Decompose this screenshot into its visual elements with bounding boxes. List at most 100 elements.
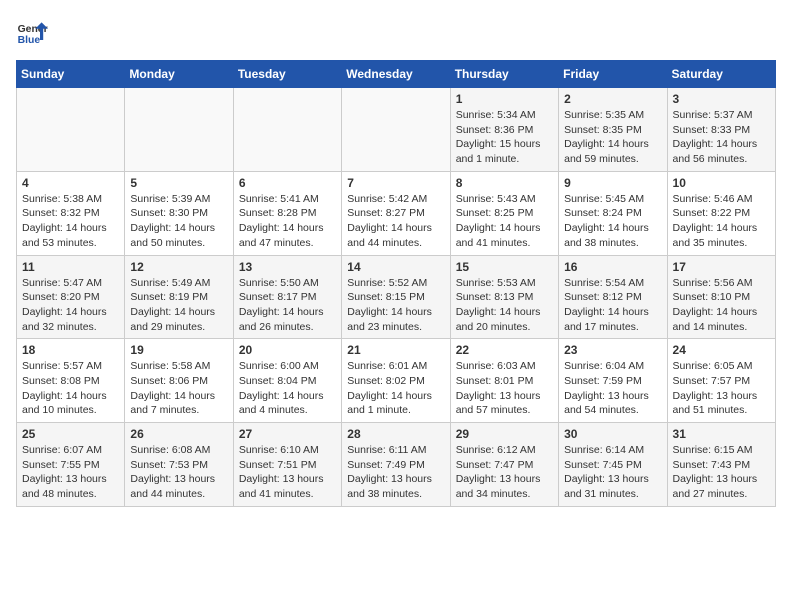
day-cell: 7Sunrise: 5:42 AM Sunset: 8:27 PM Daylig… [342, 171, 450, 255]
day-number: 3 [673, 92, 770, 106]
day-info: Sunrise: 6:05 AM Sunset: 7:57 PM Dayligh… [673, 359, 770, 418]
week-row-5: 25 Sunrise: 6:07 AM Sunset: 7:55 PM Dayli… [17, 423, 776, 507]
day-info: Sunrise: 5:49 AM Sunset: 8:19 PM Dayligh… [130, 276, 227, 335]
day-cell: 19 Sunrise: 5:58 AM Sunset: 8:06 PM Dayli… [125, 339, 233, 423]
day-cell: 1 Sunrise: 5:34 AM Sunset: 8:36 PM Daylig… [450, 88, 558, 172]
day-info: Sunrise: 5:43 AM Sunset: 8:25 PM Dayligh… [456, 192, 553, 251]
day-cell: 20Sunrise: 6:00 AM Sunset: 8:04 PM Dayli… [233, 339, 341, 423]
header: General Blue [16, 16, 776, 48]
day-cell: 31 Sunrise: 6:15 AM Sunset: 7:43 PM Dayli… [667, 423, 775, 507]
day-cell [233, 88, 341, 172]
day-info: Sunrise: 5:39 AM Sunset: 8:30 PM Dayligh… [130, 192, 227, 251]
day-cell: 30 Sunrise: 6:14 AM Sunset: 7:45 PM Dayli… [559, 423, 667, 507]
day-info: Sunrise: 5:50 AM Sunset: 8:17 PM Dayligh… [239, 276, 336, 335]
day-cell [125, 88, 233, 172]
day-number: 24 [673, 343, 770, 357]
day-cell: 23 Sunrise: 6:04 AM Sunset: 7:59 PM Dayli… [559, 339, 667, 423]
day-info: Sunrise: 5:38 AM Sunset: 8:32 PM Dayligh… [22, 192, 119, 251]
day-number: 25 [22, 427, 119, 441]
day-info: Sunrise: 6:07 AM Sunset: 7:55 PM Dayligh… [22, 443, 119, 502]
day-cell: 14 Sunrise: 5:52 AM Sunset: 8:15 PM Dayli… [342, 255, 450, 339]
logo: General Blue [16, 16, 48, 48]
day-number: 9 [564, 176, 661, 190]
day-info: Sunrise: 5:53 AM Sunset: 8:13 PM Dayligh… [456, 276, 553, 335]
day-number: 5 [130, 176, 227, 190]
day-number: 18 [22, 343, 119, 357]
day-info: Sunrise: 6:12 AM Sunset: 7:47 PM Dayligh… [456, 443, 553, 502]
header-row: SundayMondayTuesdayWednesdayThursdayFrid… [17, 61, 776, 88]
day-number: 28 [347, 427, 444, 441]
day-cell: 8 Sunrise: 5:43 AM Sunset: 8:25 PM Daylig… [450, 171, 558, 255]
day-number: 15 [456, 260, 553, 274]
day-number: 19 [130, 343, 227, 357]
header-cell-saturday: Saturday [667, 61, 775, 88]
day-number: 14 [347, 260, 444, 274]
day-cell: 11Sunrise: 5:47 AM Sunset: 8:20 PM Dayli… [17, 255, 125, 339]
day-cell: 17Sunrise: 5:56 AM Sunset: 8:10 PM Dayli… [667, 255, 775, 339]
day-number: 13 [239, 260, 336, 274]
day-cell: 13 Sunrise: 5:50 AM Sunset: 8:17 PM Dayli… [233, 255, 341, 339]
day-info: Sunrise: 5:45 AM Sunset: 8:24 PM Dayligh… [564, 192, 661, 251]
day-cell: 12 Sunrise: 5:49 AM Sunset: 8:19 PM Dayli… [125, 255, 233, 339]
day-info: Sunrise: 6:15 AM Sunset: 7:43 PM Dayligh… [673, 443, 770, 502]
calendar-table: SundayMondayTuesdayWednesdayThursdayFrid… [16, 60, 776, 507]
day-cell: 27 Sunrise: 6:10 AM Sunset: 7:51 PM Dayli… [233, 423, 341, 507]
day-info: Sunrise: 5:52 AM Sunset: 8:15 PM Dayligh… [347, 276, 444, 335]
day-info: Sunrise: 5:35 AM Sunset: 8:35 PM Dayligh… [564, 108, 661, 167]
day-info: Sunrise: 5:37 AM Sunset: 8:33 PM Dayligh… [673, 108, 770, 167]
day-cell: 4 Sunrise: 5:38 AM Sunset: 8:32 PM Daylig… [17, 171, 125, 255]
day-number: 20 [239, 343, 336, 357]
day-number: 8 [456, 176, 553, 190]
day-cell: 3 Sunrise: 5:37 AM Sunset: 8:33 PM Daylig… [667, 88, 775, 172]
day-info: Sunrise: 6:08 AM Sunset: 7:53 PM Dayligh… [130, 443, 227, 502]
day-cell: 21 Sunrise: 6:01 AM Sunset: 8:02 PM Dayli… [342, 339, 450, 423]
day-number: 27 [239, 427, 336, 441]
day-number: 21 [347, 343, 444, 357]
day-number: 23 [564, 343, 661, 357]
day-info: Sunrise: 6:01 AM Sunset: 8:02 PM Dayligh… [347, 359, 444, 418]
day-cell: 6 Sunrise: 5:41 AM Sunset: 8:28 PM Daylig… [233, 171, 341, 255]
day-cell: 9 Sunrise: 5:45 AM Sunset: 8:24 PM Daylig… [559, 171, 667, 255]
day-number: 30 [564, 427, 661, 441]
day-number: 4 [22, 176, 119, 190]
day-number: 16 [564, 260, 661, 274]
week-row-3: 11Sunrise: 5:47 AM Sunset: 8:20 PM Dayli… [17, 255, 776, 339]
week-row-1: 1 Sunrise: 5:34 AM Sunset: 8:36 PM Daylig… [17, 88, 776, 172]
day-info: Sunrise: 5:34 AM Sunset: 8:36 PM Dayligh… [456, 108, 553, 167]
day-number: 31 [673, 427, 770, 441]
day-info: Sunrise: 5:41 AM Sunset: 8:28 PM Dayligh… [239, 192, 336, 251]
day-cell: 25 Sunrise: 6:07 AM Sunset: 7:55 PM Dayli… [17, 423, 125, 507]
svg-text:Blue: Blue [18, 35, 41, 46]
day-number: 22 [456, 343, 553, 357]
day-cell [17, 88, 125, 172]
day-cell: 26 Sunrise: 6:08 AM Sunset: 7:53 PM Dayli… [125, 423, 233, 507]
day-number: 2 [564, 92, 661, 106]
day-cell: 15 Sunrise: 5:53 AM Sunset: 8:13 PM Dayli… [450, 255, 558, 339]
day-info: Sunrise: 6:14 AM Sunset: 7:45 PM Dayligh… [564, 443, 661, 502]
day-number: 1 [456, 92, 553, 106]
day-cell: 24 Sunrise: 6:05 AM Sunset: 7:57 PM Dayli… [667, 339, 775, 423]
day-cell: 2 Sunrise: 5:35 AM Sunset: 8:35 PM Daylig… [559, 88, 667, 172]
day-cell: 29Sunrise: 6:12 AM Sunset: 7:47 PM Dayli… [450, 423, 558, 507]
day-number: 26 [130, 427, 227, 441]
day-info: Sunrise: 5:42 AM Sunset: 8:27 PM Dayligh… [347, 192, 444, 251]
day-info: Sunrise: 5:57 AM Sunset: 8:08 PM Dayligh… [22, 359, 119, 418]
header-cell-thursday: Thursday [450, 61, 558, 88]
day-info: Sunrise: 5:46 AM Sunset: 8:22 PM Dayligh… [673, 192, 770, 251]
day-info: Sunrise: 5:54 AM Sunset: 8:12 PM Dayligh… [564, 276, 661, 335]
header-cell-friday: Friday [559, 61, 667, 88]
day-number: 6 [239, 176, 336, 190]
day-info: Sunrise: 6:10 AM Sunset: 7:51 PM Dayligh… [239, 443, 336, 502]
logo-icon: General Blue [16, 16, 48, 48]
day-cell: 22Sunrise: 6:03 AM Sunset: 8:01 PM Dayli… [450, 339, 558, 423]
day-number: 12 [130, 260, 227, 274]
day-info: Sunrise: 5:56 AM Sunset: 8:10 PM Dayligh… [673, 276, 770, 335]
day-info: Sunrise: 6:11 AM Sunset: 7:49 PM Dayligh… [347, 443, 444, 502]
day-cell: 18 Sunrise: 5:57 AM Sunset: 8:08 PM Dayli… [17, 339, 125, 423]
header-cell-monday: Monday [125, 61, 233, 88]
day-number: 10 [673, 176, 770, 190]
day-cell: 16 Sunrise: 5:54 AM Sunset: 8:12 PM Dayli… [559, 255, 667, 339]
day-info: Sunrise: 6:04 AM Sunset: 7:59 PM Dayligh… [564, 359, 661, 418]
day-number: 11 [22, 260, 119, 274]
day-info: Sunrise: 5:58 AM Sunset: 8:06 PM Dayligh… [130, 359, 227, 418]
